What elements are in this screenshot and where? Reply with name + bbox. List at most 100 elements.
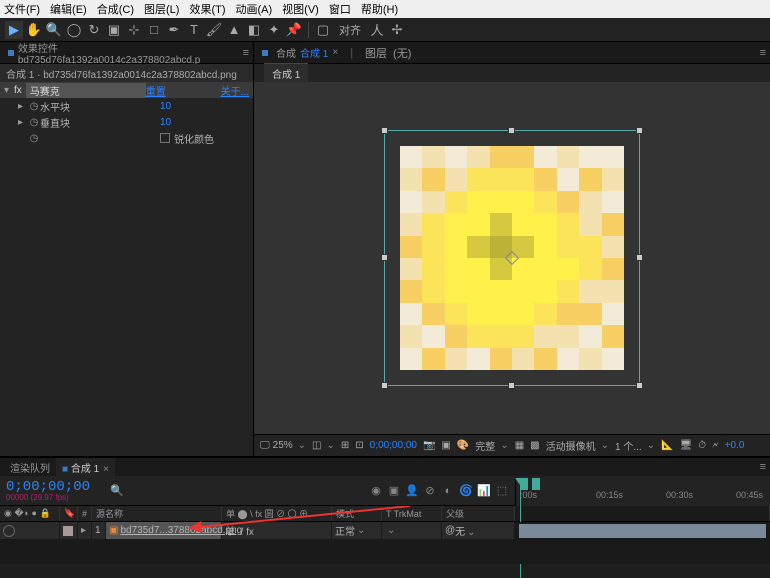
camera-dropdown[interactable]: 活动摄像机 [546, 438, 609, 453]
resolution-dropdown[interactable]: 完整 [475, 438, 508, 453]
stopwatch-icon[interactable]: ◷ [28, 133, 40, 144]
handle-bl[interactable] [381, 382, 388, 389]
camera-tool[interactable]: ▣ [105, 21, 123, 39]
handle-mr[interactable] [636, 254, 643, 261]
hand-tool[interactable]: ✋ [25, 21, 43, 39]
expand-layer-icon[interactable]: ▸ [81, 525, 88, 536]
anchor-tool[interactable]: ⊹ [125, 21, 143, 39]
tl-opt1-icon[interactable]: ◉ [369, 484, 383, 498]
expand-icon[interactable]: ▸ [18, 117, 28, 128]
menu-view[interactable]: 视图(V) [282, 1, 319, 17]
hblocks-value[interactable]: 10 [160, 101, 171, 112]
pin-tool[interactable]: 📌 [285, 21, 303, 39]
menu-layer[interactable]: 图层(L) [144, 1, 179, 17]
search-icon[interactable]: 🔍 [110, 484, 124, 497]
views-dropdown[interactable]: 1 个... [615, 438, 655, 453]
orbit-tool[interactable]: ◯ [65, 21, 83, 39]
handle-tm[interactable] [508, 127, 515, 134]
snap-opts-icon[interactable]: 人 [368, 21, 386, 39]
parent-dropdown[interactable]: 无 [455, 523, 475, 538]
tab-comp-timeline[interactable]: ■ 合成 1× [56, 458, 115, 477]
time-ruler[interactable]: :00s 00:15s 00:30s 00:45s [515, 476, 770, 506]
panel-menu-icon[interactable]: ≡ [760, 461, 766, 473]
tl-opt8-icon[interactable]: ⬚ [495, 484, 509, 498]
roi-icon[interactable]: ▦ [515, 440, 524, 451]
vblocks-value[interactable]: 10 [160, 117, 171, 128]
motion-blur-icon[interactable]: 🌀 [459, 484, 473, 498]
guide-icon[interactable]: ⊡ [355, 440, 363, 451]
grid-icon[interactable]: ⊞ [341, 440, 349, 451]
tl-opt4-icon[interactable]: ⊘ [423, 484, 437, 498]
pen-tool[interactable]: ✒ [165, 21, 183, 39]
layer-switches[interactable]: 单 / fx [225, 523, 254, 538]
handle-tr[interactable] [636, 127, 643, 134]
exposure-value[interactable]: +0.0 [725, 440, 745, 451]
snap-toggle[interactable]: ▢ [314, 21, 332, 39]
channel-icon[interactable]: ▣ [441, 440, 450, 451]
menu-help[interactable]: 帮助(H) [361, 1, 398, 17]
shy-icon[interactable]: 👤 [405, 484, 419, 498]
stamp-tool[interactable]: ▲ [225, 21, 243, 39]
roto-tool[interactable]: ✦ [265, 21, 283, 39]
expand-icon[interactable]: ▸ [18, 101, 28, 112]
handle-ml[interactable] [381, 254, 388, 261]
view-opt2-icon[interactable]: 🖥 [680, 440, 693, 451]
sharp-checkbox[interactable] [160, 133, 170, 143]
fx-collapse-icon[interactable]: ▾ [4, 85, 14, 96]
selection-tool[interactable]: ▶ [5, 21, 23, 39]
zoom-dropdown[interactable]: 🖵25% [260, 440, 306, 451]
trkmat-dropdown[interactable] [382, 522, 442, 539]
snapshot-icon[interactable]: 📷 [423, 440, 435, 451]
comp-tab[interactable]: 合成 合成 1 × [258, 43, 342, 62]
graph-icon[interactable]: 📊 [477, 484, 491, 498]
view-opt4-icon[interactable]: 🗲 [712, 440, 719, 451]
panel-menu-icon[interactable]: ≡ [760, 47, 766, 59]
color-icon[interactable]: 🎨 [457, 440, 469, 451]
visibility-icon[interactable] [3, 525, 15, 537]
view-opt3-icon[interactable]: ⏱ [698, 440, 706, 451]
comp-subtab[interactable]: 合成 1 [264, 63, 308, 83]
menu-effect[interactable]: 效果(T) [189, 1, 225, 17]
comp-viewer[interactable] [254, 82, 770, 434]
menu-comp[interactable]: 合成(C) [97, 1, 134, 17]
close-icon[interactable]: × [103, 464, 109, 475]
rect-tool[interactable]: □ [145, 21, 163, 39]
handle-br[interactable] [636, 382, 643, 389]
blend-mode-dropdown[interactable]: 正常 [332, 522, 382, 539]
stopwatch-icon[interactable]: ◷ [28, 117, 40, 128]
menu-file[interactable]: 文件(F) [4, 1, 40, 17]
effects-tab[interactable]: 效果控件 bd735d76fa1392a0014c2a378802abcd.p [4, 38, 243, 68]
col-num: # [78, 506, 92, 521]
menu-anim[interactable]: 动画(A) [236, 1, 273, 17]
label-color[interactable] [63, 526, 73, 536]
workarea-end[interactable] [532, 478, 540, 490]
transparency-icon[interactable]: ▩ [530, 440, 539, 451]
timecode-display[interactable]: 0;00;00;00 [370, 440, 417, 451]
tl-opt5-icon[interactable]: ◐ [441, 484, 455, 498]
menu-edit[interactable]: 编辑(E) [50, 1, 87, 17]
ruler-tick: 00:15s [596, 490, 623, 500]
brush-tool[interactable]: 🖌 [205, 21, 223, 39]
rotate-tool[interactable]: ↻ [85, 21, 103, 39]
res-half-icon[interactable]: ◫ [312, 440, 335, 451]
close-icon[interactable]: × [332, 47, 338, 58]
snap-opts2-icon[interactable]: ✢ [388, 21, 406, 39]
eraser-tool[interactable]: ◧ [245, 21, 263, 39]
tl-opt2-icon[interactable]: ▣ [387, 484, 401, 498]
col-source-name[interactable]: 源名称 [92, 506, 222, 521]
stopwatch-icon[interactable]: ◷ [28, 101, 40, 112]
reset-link[interactable]: 重置 [146, 83, 166, 98]
view-opt1-icon[interactable]: 📐 [661, 440, 673, 451]
panel-menu-icon[interactable]: ≡ [243, 47, 249, 59]
zoom-tool[interactable]: 🔍 [45, 21, 63, 39]
handle-tl[interactable] [381, 127, 388, 134]
tab-render-queue[interactable]: 渲染队列 [4, 458, 56, 477]
pickwhip-icon[interactable]: @ [445, 525, 455, 536]
layer-row[interactable]: ▸ 1 ▣bd735d7...378802abcd.png 单 / fx 正常 … [0, 522, 515, 540]
about-link[interactable]: 关于... [221, 83, 249, 98]
effect-name[interactable]: 马赛克 [26, 83, 146, 98]
handle-bm[interactable] [508, 382, 515, 389]
layer-duration-bar[interactable] [519, 524, 766, 538]
menu-window[interactable]: 窗口 [329, 1, 351, 17]
text-tool[interactable]: T [185, 21, 203, 39]
